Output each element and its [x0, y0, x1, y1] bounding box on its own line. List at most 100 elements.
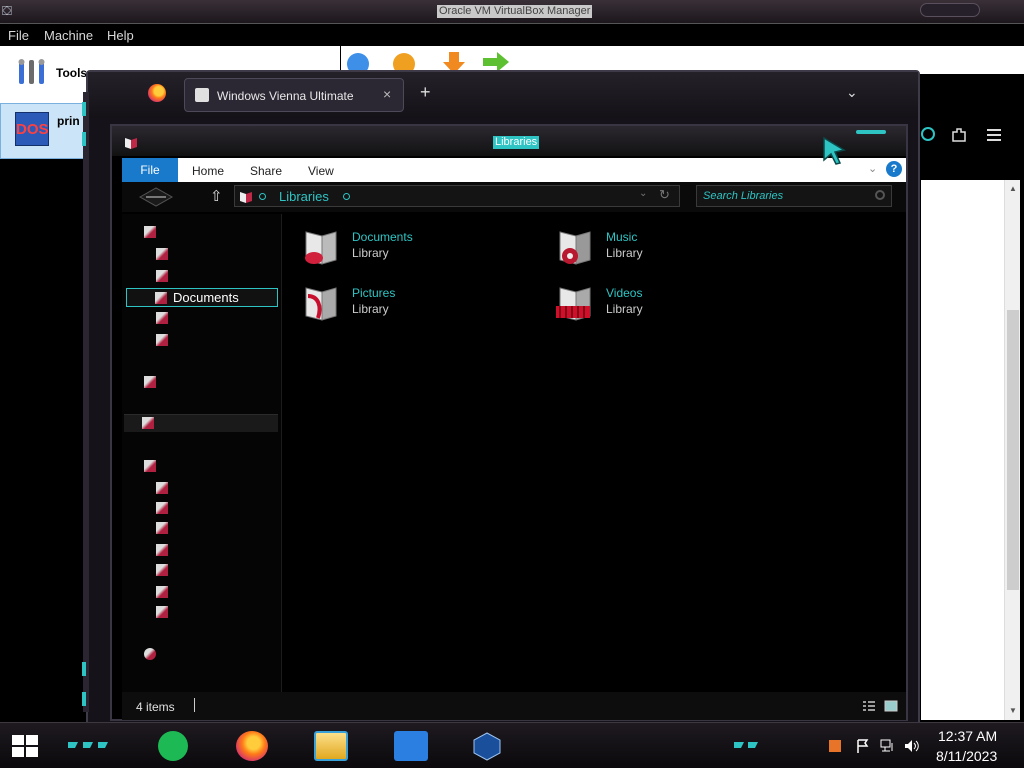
vbox-window-title: Oracle VM VirtualBox Manager [437, 5, 593, 18]
library-item-videos[interactable]: Videos Library [554, 282, 774, 328]
navigation-pane: Documents [122, 214, 282, 692]
library-type: Library [352, 302, 389, 316]
spotify-icon[interactable] [158, 731, 188, 761]
windows-start-icon[interactable] [12, 735, 38, 757]
documents-library-icon [305, 231, 337, 265]
frame-decoration [82, 92, 89, 712]
libraries-icon [142, 417, 154, 429]
scroll-down-icon[interactable]: ▼ [1008, 706, 1018, 716]
ribbon-view-tab[interactable]: View [308, 164, 334, 178]
back-forward-icon[interactable] [138, 186, 174, 208]
window-controls[interactable] [852, 128, 892, 138]
libraries-icon [125, 138, 137, 149]
navigation-bar: ⇧ Libraries ⌄ ↻ Search Libraries [122, 182, 906, 212]
address-bar[interactable]: Libraries ⌄ ↻ [234, 185, 680, 207]
virtualbox-icon: ⛋ [2, 3, 12, 18]
tray-app-icon[interactable] [828, 739, 842, 753]
menu-icon[interactable] [986, 128, 1002, 142]
details-view-icon[interactable] [862, 700, 876, 712]
network-icon[interactable] [880, 739, 896, 753]
search-placeholder: Search Libraries [703, 190, 784, 202]
ribbon-share-tab[interactable]: Share [250, 164, 282, 178]
star-icon [144, 226, 156, 238]
refresh-icon[interactable]: ↻ [659, 187, 670, 203]
drive-icon [156, 606, 168, 618]
volume-icon[interactable] [904, 739, 920, 753]
menu-help[interactable]: Help [107, 28, 134, 43]
breadcrumb-separator-icon[interactable] [343, 193, 350, 200]
breadcrumb-libraries[interactable]: Libraries [279, 189, 329, 204]
library-name: Videos [606, 286, 643, 300]
folder-icon [156, 586, 168, 598]
libraries-icon [240, 192, 252, 203]
flag-icon[interactable] [856, 739, 870, 753]
scroll-up-icon[interactable]: ▲ [1008, 184, 1018, 194]
ribbon-home-tab[interactable]: Home [192, 164, 224, 178]
folder-icon [156, 482, 168, 494]
vbox-menubar: File Machine Help [0, 24, 1024, 46]
music-library-icon [559, 231, 591, 265]
scroll-thumb[interactable] [1007, 310, 1019, 590]
firefox-icon[interactable] [148, 84, 166, 102]
tab-favicon-icon [195, 88, 209, 102]
tab-title: Windows Vienna Ultimate M18 [217, 89, 357, 103]
dos-vm-icon: DOS [15, 112, 49, 146]
large-icons-view-icon[interactable] [884, 700, 898, 712]
clock-time[interactable]: 12:37 AM [938, 728, 997, 744]
folder-icon [156, 502, 168, 514]
breadcrumb-separator-icon[interactable] [259, 193, 266, 200]
account-icon[interactable] [920, 126, 936, 142]
menu-machine[interactable]: Machine [44, 28, 93, 43]
tab-close-icon[interactable]: × [383, 86, 391, 102]
taskbar-decoration [734, 742, 758, 748]
search-box[interactable]: Search Libraries [696, 185, 892, 207]
explorer-titlebar: Libraries [112, 126, 906, 156]
tools-icon [18, 59, 45, 84]
library-item-pictures[interactable]: Pictures Library [300, 282, 520, 328]
nav-item-documents[interactable]: Documents [126, 288, 278, 307]
up-arrow-icon[interactable]: ⇧ [210, 187, 223, 205]
status-bar: 4 items [122, 692, 906, 720]
documents-library-icon [155, 292, 167, 304]
vbox-titlebar: ⛋ Oracle VM VirtualBox Manager [0, 0, 1024, 24]
browser-toolbar-right [920, 120, 1024, 180]
new-tab-button[interactable]: + [420, 82, 431, 103]
computer-icon [144, 460, 156, 472]
file-explorer-icon[interactable] [314, 731, 348, 761]
network-icon [144, 648, 156, 660]
window-controls[interactable] [920, 3, 980, 17]
menu-file[interactable]: File [8, 28, 29, 43]
pictures-library-icon [305, 287, 337, 321]
nav-item-libraries[interactable] [124, 414, 278, 432]
ribbon: File Home Share View ⌄ ? [122, 158, 906, 182]
tab-list-icon[interactable]: ⌄ [846, 84, 858, 101]
browser-tabbar: Windows Vienna Ultimate M18 × + ⌄ [88, 72, 918, 118]
library-name: Music [606, 230, 638, 244]
videos-library-icon [556, 287, 591, 321]
tools-label: Tools [56, 66, 88, 80]
homegroup-icon [144, 376, 156, 388]
status-divider [194, 698, 195, 712]
ribbon-expand-icon[interactable]: ⌄ [868, 162, 877, 175]
firefox-icon[interactable] [236, 731, 268, 761]
library-type: Library [606, 302, 643, 316]
help-icon[interactable]: ? [886, 161, 902, 177]
browser-tab[interactable]: Windows Vienna Ultimate M18 × [184, 78, 404, 112]
settings-icon[interactable] [394, 731, 428, 761]
page-scrollbar[interactable]: ▲ ▼ [1004, 180, 1020, 720]
address-dropdown-icon[interactable]: ⌄ [639, 188, 647, 199]
taskbar: 12:37 AM 8/11/2023 [0, 722, 1024, 768]
explorer-window: Libraries File Home Share View ⌄ ? ⇧ Lib… [110, 124, 908, 721]
content-pane: Documents Library Music Library Pictures… [284, 214, 904, 692]
item-count: 4 items [136, 700, 175, 714]
search-icon[interactable] [875, 190, 885, 200]
library-item-documents[interactable]: Documents Library [300, 226, 520, 272]
folder-icon [156, 522, 168, 534]
clock-date[interactable]: 8/11/2023 [936, 748, 997, 764]
taskbar-decoration [68, 742, 108, 748]
library-name: Documents [352, 230, 413, 244]
ribbon-file-tab[interactable]: File [122, 158, 178, 182]
extensions-icon[interactable] [950, 126, 968, 144]
library-item-music[interactable]: Music Library [554, 226, 774, 272]
virtualbox-icon[interactable] [470, 731, 504, 761]
